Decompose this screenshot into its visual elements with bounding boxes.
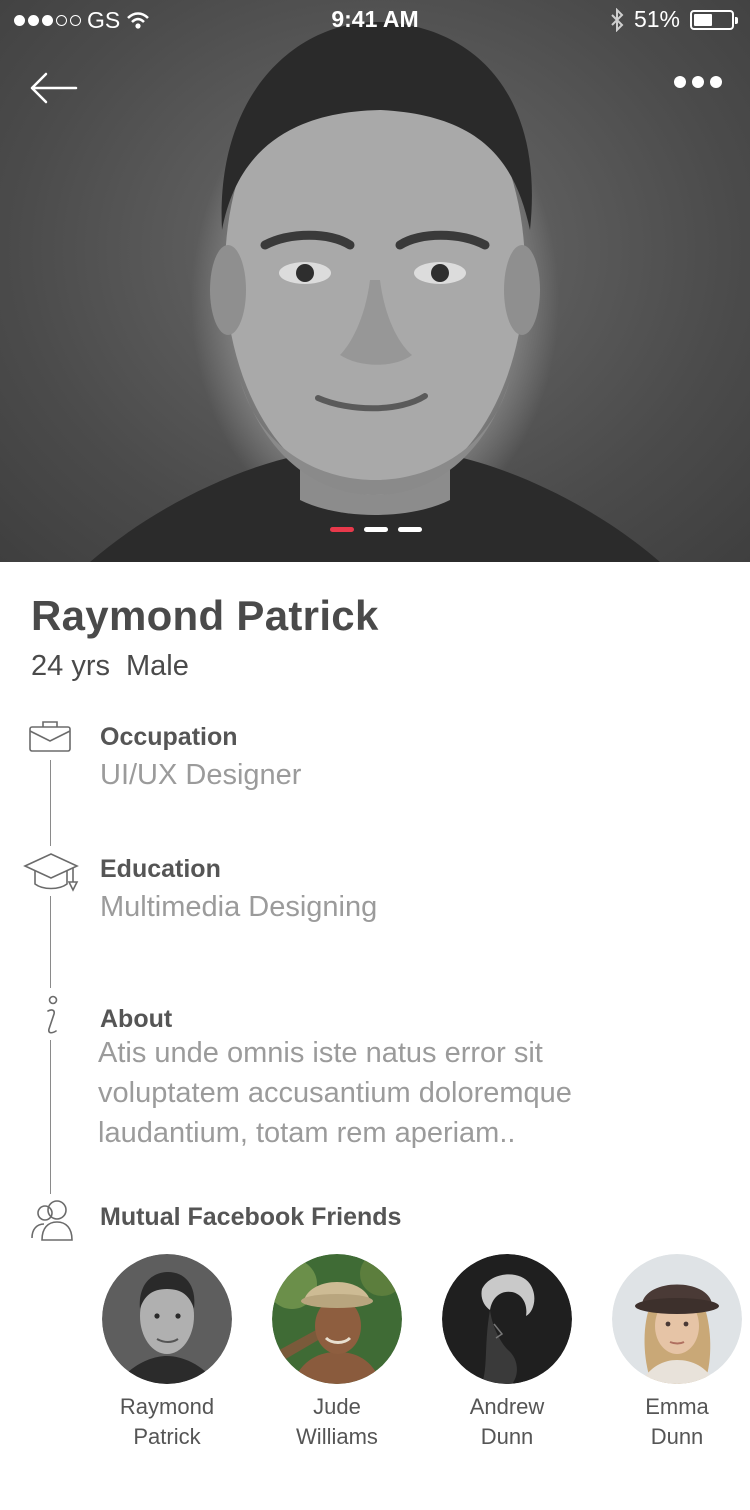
friend-avatar [442,1254,572,1384]
page-dot[interactable] [398,527,422,532]
friend-item[interactable]: Andrew Dunn [442,1254,572,1452]
battery-fill [694,13,712,26]
friend-last-name: Patrick [133,1424,201,1449]
timeline-connector [50,896,51,988]
education-title: Education [100,855,221,883]
battery-icon [690,9,738,30]
arrow-left-icon [30,72,78,104]
page-dot[interactable] [364,527,388,532]
profile-age: 24 yrs [31,650,110,682]
page-dot[interactable] [330,527,354,532]
back-button[interactable] [28,68,80,108]
timeline-connector [50,1040,51,1194]
friend-avatar [102,1254,232,1384]
friend-item[interactable]: Raymond Patrick [102,1254,232,1452]
battery-percent: 51% [633,6,680,32]
friend-item[interactable]: Emma Dunn [612,1254,742,1452]
friend-first-name: Emma [645,1394,709,1419]
more-dots-icon [674,76,686,88]
users-icon [31,1200,73,1241]
friend-last-name: Dunn [650,1424,704,1449]
timeline-connector [50,760,51,846]
friend-last-name: Dunn [480,1424,534,1449]
more-options-button[interactable] [674,76,722,88]
profile-meta: 24 yrs Male [31,650,189,683]
education-value: Multimedia Designing [100,891,378,923]
profile-name: Raymond Patrick [31,592,379,639]
graduation-cap-icon [23,853,79,892]
status-bar: GS 9:41 AM 51% [0,0,750,40]
briefcase-icon [29,721,71,752]
profile-gender: Male [125,650,189,682]
occupation-value: UI/UX Designer [100,759,302,791]
about-text: Atis unde omnis iste natus error sit vol… [98,1037,572,1149]
about-title: About [100,1005,173,1033]
friend-first-name: Raymond [119,1394,215,1419]
friend-first-name: Jude [313,1394,361,1419]
bluetooth-icon [611,7,624,32]
portrait-image [90,21,660,562]
friends-title: Mutual Facebook Friends [100,1203,402,1231]
friend-last-name: Williams [296,1424,378,1449]
friend-avatar [272,1254,402,1384]
photo-page-indicator[interactable] [330,527,422,532]
friend-avatar [612,1254,742,1384]
profile-photo[interactable]: GS 9:41 AM 51% [0,0,750,562]
occupation-title: Occupation [100,723,238,751]
friend-first-name: Andrew [469,1394,545,1419]
friend-item[interactable]: Jude Williams [272,1254,402,1452]
info-icon [47,995,58,1034]
